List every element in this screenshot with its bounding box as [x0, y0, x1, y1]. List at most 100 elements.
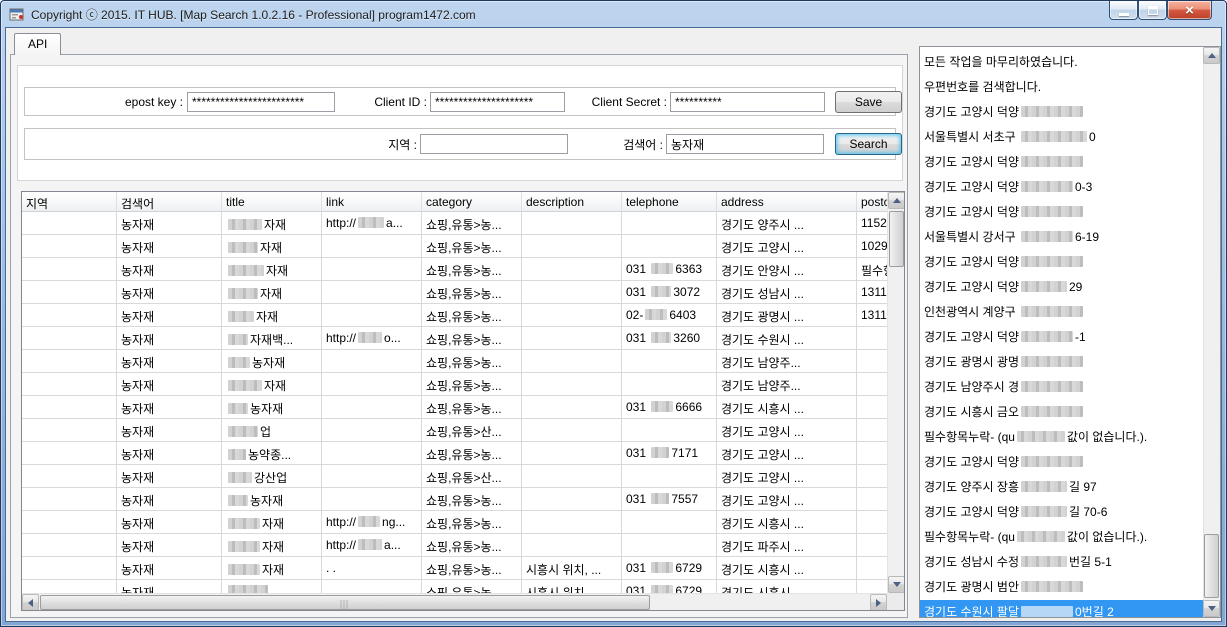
- grid-cell[interactable]: 쇼핑,유통>농...: [422, 212, 522, 235]
- grid-cell[interactable]: [622, 465, 717, 488]
- log-scroll-down-button[interactable]: [1203, 600, 1220, 617]
- scroll-right-button[interactable]: [870, 594, 887, 611]
- grid-cell[interactable]: 농자재: [222, 488, 322, 511]
- grid-cell[interactable]: [622, 235, 717, 258]
- grid-cell[interactable]: 031 6729: [622, 580, 717, 593]
- grid-vertical-scrollbar[interactable]: [887, 192, 904, 593]
- grid-cell[interactable]: 농자재: [117, 281, 222, 304]
- grid-cell[interactable]: [522, 373, 622, 396]
- grid-cell[interactable]: 쇼핑,유통>농...: [422, 258, 522, 281]
- keyword-input[interactable]: [666, 134, 824, 154]
- close-button[interactable]: ×: [1167, 1, 1212, 20]
- grid-cell[interactable]: 경기도 남양주...: [717, 350, 857, 373]
- column-header-3[interactable]: link: [322, 192, 422, 212]
- grid-cell[interactable]: [522, 258, 622, 281]
- grid-cell[interactable]: [622, 373, 717, 396]
- log-item[interactable]: 경기도 광명시 범안: [920, 575, 1203, 600]
- table-row[interactable]: 농자재농약종...쇼핑,유통>농...031 7171경기도 고양시 ...: [22, 442, 888, 465]
- grid-cell[interactable]: 농자재: [222, 396, 322, 419]
- grid-cell[interactable]: 경기도 고양시 ...: [717, 235, 857, 258]
- grid-cell[interactable]: 자재: [222, 281, 322, 304]
- log-item[interactable]: 경기도 고양시 덕양29: [920, 275, 1203, 300]
- grid-cell[interactable]: 농자재: [222, 350, 322, 373]
- grid-cell[interactable]: [22, 304, 117, 327]
- grid-cell[interactable]: [322, 373, 422, 396]
- log-item[interactable]: 경기도 고양시 덕양-1: [920, 325, 1203, 350]
- grid-cell[interactable]: 쇼핑,유통>농...: [422, 350, 522, 373]
- grid-cell[interactable]: 쇼핑,유통>산...: [422, 465, 522, 488]
- grid-cell[interactable]: 농자재: [117, 465, 222, 488]
- grid-cell[interactable]: 농자재: [117, 373, 222, 396]
- grid-cell[interactable]: [22, 281, 117, 304]
- grid-cell[interactable]: [857, 419, 888, 442]
- minimize-button[interactable]: [1109, 1, 1138, 20]
- table-row[interactable]: 농자재농자재쇼핑,유통>농...031 7557경기도 고양시 ...: [22, 488, 888, 511]
- grid-cell[interactable]: [522, 396, 622, 419]
- grid-cell[interactable]: [22, 465, 117, 488]
- grid-cell[interactable]: [522, 511, 622, 534]
- grid-cell[interactable]: 쇼핑,유통>농...: [422, 534, 522, 557]
- grid-cell[interactable]: 쇼핑,유통>농...: [422, 488, 522, 511]
- grid-cell[interactable]: 경기도 고양시 ...: [717, 488, 857, 511]
- client-id-input[interactable]: [430, 92, 565, 112]
- grid-cell[interactable]: 농자재: [117, 235, 222, 258]
- grid-cell[interactable]: 농자재: [117, 419, 222, 442]
- grid-cell[interactable]: 농자재: [117, 304, 222, 327]
- grid-cell[interactable]: 농약종...: [222, 442, 322, 465]
- grid-cell[interactable]: 쇼핑,유통>농...: [422, 373, 522, 396]
- grid-cell[interactable]: 경기도 고양시 ...: [717, 419, 857, 442]
- grid-cell[interactable]: [22, 235, 117, 258]
- table-row[interactable]: 농자재자재쇼핑,유통>농...031 6363경기도 안양시 ...필수항목누락…: [22, 258, 888, 281]
- log-scroll-up-button[interactable]: [1203, 47, 1220, 64]
- grid-cell[interactable]: 경기도 시흥시 ...: [717, 511, 857, 534]
- grid-cell[interactable]: [522, 465, 622, 488]
- grid-cell[interactable]: [322, 235, 422, 258]
- grid-cell[interactable]: 11522: [857, 212, 888, 235]
- grid-cell[interactable]: 농자재: [117, 327, 222, 350]
- grid-cell[interactable]: [857, 373, 888, 396]
- table-row[interactable]: 농자재농자재 쇼핑,유통>농... 경기도 남양주...: [22, 350, 888, 373]
- grid-cell[interactable]: http://a...: [322, 534, 422, 557]
- table-row[interactable]: 농자재자재http://a...쇼핑,유통>농...경기도 파주시 ...: [22, 534, 888, 557]
- grid-cell[interactable]: 쇼핑,유통>농...: [422, 327, 522, 350]
- grid-cell[interactable]: [322, 281, 422, 304]
- grid-cell[interactable]: 자재: [222, 212, 322, 235]
- grid-cell[interactable]: [622, 212, 717, 235]
- grid-cell[interactable]: [522, 281, 622, 304]
- column-header-8[interactable]: postcd: [857, 192, 888, 212]
- log-item[interactable]: 필수항목누락- (qu값이 없습니다.).: [920, 425, 1203, 450]
- maximize-button[interactable]: [1138, 1, 1167, 20]
- grid-cell[interactable]: [22, 419, 117, 442]
- grid-cell[interactable]: 경기도 고양시 ...: [717, 442, 857, 465]
- grid-cell[interactable]: [22, 511, 117, 534]
- column-header-5[interactable]: description: [522, 192, 622, 212]
- grid-cell[interactable]: 쇼핑,유통>농...: [422, 442, 522, 465]
- grid-cell[interactable]: [522, 235, 622, 258]
- grid-cell[interactable]: 농자재: [117, 511, 222, 534]
- grid-cell[interactable]: 쇼핑,유통>농...: [422, 304, 522, 327]
- table-row[interactable]: 농자재자재http://a...쇼핑,유통>농...경기도 양주시 ...115…: [22, 212, 888, 235]
- grid-cell[interactable]: 쇼핑,유통>농...: [422, 580, 522, 593]
- grid-cell[interactable]: http://ng...: [322, 511, 422, 534]
- grid-cell[interactable]: [522, 419, 622, 442]
- grid-cell[interactable]: 031 6363: [622, 258, 717, 281]
- grid-cell[interactable]: 경기도 안양시 ...: [717, 258, 857, 281]
- grid-cell[interactable]: 농자재: [117, 212, 222, 235]
- log-item[interactable]: 인천광역시 계양구: [920, 300, 1203, 325]
- grid-cell[interactable]: 경기도 파주시 ...: [717, 534, 857, 557]
- grid-cell[interactable]: 031 7171: [622, 442, 717, 465]
- grid-cell[interactable]: [22, 580, 117, 593]
- grid-cell[interactable]: 쇼핑,유통>농...: [422, 281, 522, 304]
- grid-cell[interactable]: [322, 258, 422, 281]
- grid-cell[interactable]: 031 3260: [622, 327, 717, 350]
- grid-cell[interactable]: [857, 396, 888, 419]
- grid-cell[interactable]: 농자재: [117, 350, 222, 373]
- grid-cell[interactable]: 쇼핑,유통>농...: [422, 396, 522, 419]
- app-icon[interactable]: [9, 6, 25, 22]
- log-item[interactable]: 경기도 양주시 장흥길 97: [920, 475, 1203, 500]
- log-item[interactable]: 서울특별시 강서구 6-19: [920, 225, 1203, 250]
- grid-cell[interactable]: 자재: [222, 557, 322, 580]
- grid-cell[interactable]: 업: [222, 419, 322, 442]
- grid-cell[interactable]: 농자재: [117, 258, 222, 281]
- table-row[interactable]: 농자재업쇼핑,유통>산...경기도 고양시 ...: [22, 419, 888, 442]
